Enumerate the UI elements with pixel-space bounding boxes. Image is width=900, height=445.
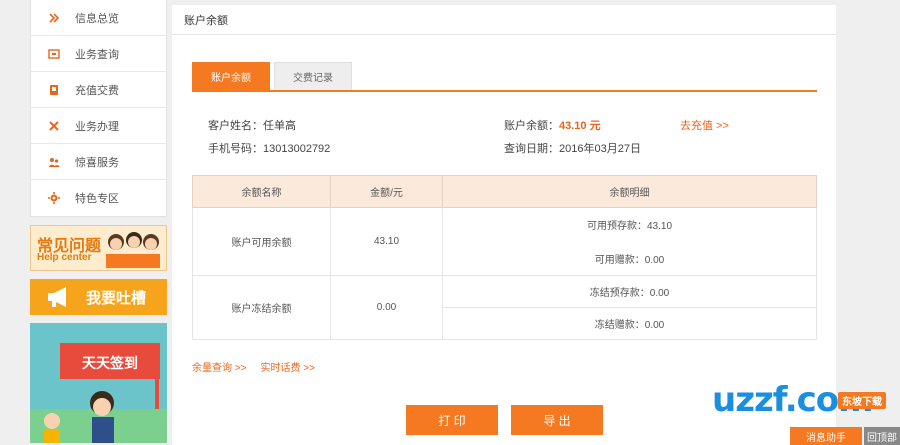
table-header: 余额明细	[442, 175, 817, 208]
sidebar-item-label: 特色专区	[75, 193, 119, 205]
phone-value: 13013002792	[263, 143, 331, 155]
balance-detail-cell: 冻结赠款：0.00	[442, 307, 817, 340]
back-to-top-button[interactable]: 回顶部	[864, 427, 900, 445]
signin-illustration	[30, 343, 167, 443]
sidebar-item-label: 充值交费	[75, 84, 119, 97]
balance-table: 余额名称 金额/元 余额明细 账户可用余额 43.10 可用预存款：43.10 …	[192, 175, 817, 340]
sidebar-item-special[interactable]: 特色专区	[31, 180, 166, 216]
balance-amount-cell: 0.00	[330, 275, 443, 340]
balance-detail-cell: 可用预存款：43.10	[442, 207, 817, 242]
print-button[interactable]: 打 印	[406, 405, 498, 435]
help-banner-subtitle: Help center	[37, 252, 92, 263]
complain-banner-title: 我要吐槽	[86, 290, 147, 307]
table-row: 账户可用余额 43.10 可用预存款：43.10	[192, 207, 817, 276]
sidebar-item-query[interactable]: 业务查询	[31, 36, 166, 72]
balance-detail-cell: 冻结预存款：0.00	[442, 275, 817, 308]
export-button[interactable]: 导 出	[511, 405, 603, 435]
panel-header: 账户余额	[172, 5, 836, 35]
sidebar-item-surprise[interactable]: 惊喜服务	[31, 144, 166, 180]
customer-name-value: 任单高	[263, 120, 296, 132]
customer-name-label: 客户姓名：	[208, 120, 263, 132]
account-balance-panel: 账户余额 账户余额 交费记录 客户姓名：任单高 手机号码：13013002792…	[172, 5, 836, 445]
sidebar-item-label: 业务办理	[75, 120, 119, 133]
table-row: 账户冻结余额 0.00 冻结预存款：0.00	[192, 275, 817, 340]
balance-row: 账户余额：43.10 元	[504, 117, 601, 133]
tab-bar: 账户余额 交费记录	[192, 62, 817, 92]
quick-links: 余量查询 >> 实时话费 >>	[192, 359, 315, 374]
sidebar-item-recharge[interactable]: 充值交费	[31, 72, 166, 108]
recharge-link[interactable]: 去充值 >>	[680, 120, 729, 132]
usage-query-link[interactable]: 余量查询 >>	[192, 359, 246, 374]
table-header-row: 余额名称 金额/元 余额明细	[192, 175, 817, 208]
sidebar-item-label: 业务查询	[75, 48, 119, 61]
query-icon	[47, 47, 61, 61]
watermark-tag: 东坡下载	[838, 392, 886, 409]
recharge-icon	[47, 83, 61, 97]
customer-name-row: 客户姓名：任单高	[208, 117, 296, 133]
complain-banner[interactable]: 我要吐槽	[30, 279, 167, 315]
sidebar-item-label: 信息总览	[75, 12, 119, 25]
megaphone-icon	[48, 287, 66, 307]
balance-value: 43.10 元	[559, 120, 601, 132]
overview-icon	[47, 11, 61, 25]
sidebar-menu: 信息总览 业务查询 充值交费 业务办理 惊喜服务 特色专区	[30, 0, 167, 217]
sidebar-item-label: 惊喜服务	[75, 156, 119, 169]
phone-label: 手机号码：	[208, 143, 263, 155]
cartoon-people-icon	[106, 232, 160, 268]
query-date-label: 查询日期：	[504, 143, 559, 155]
signin-banner-title: 天天签到	[82, 355, 138, 371]
watermark: uzzf.com 东坡下载 消息助手 回顶部	[712, 380, 900, 445]
help-center-banner[interactable]: 常见问题 Help center	[30, 225, 167, 271]
phone-row: 手机号码：13013002792	[208, 140, 330, 156]
sidebar: 信息总览 业务查询 充值交费 业务办理 惊喜服务 特色专区 常见问题 Help …	[30, 0, 167, 443]
sidebar-item-handle[interactable]: 业务办理	[31, 108, 166, 144]
balance-detail-cell: 可用赠款：0.00	[442, 241, 817, 276]
balance-amount-cell: 43.10	[330, 207, 443, 276]
users-icon	[47, 155, 61, 169]
sidebar-item-overview[interactable]: 信息总览	[31, 0, 166, 36]
balance-label: 账户余额：	[504, 120, 559, 132]
table-header: 金额/元	[330, 175, 443, 208]
query-date-row: 查询日期：2016年03月27日	[504, 140, 641, 156]
balance-name-cell: 账户冻结余额	[192, 275, 331, 340]
gear-icon	[47, 191, 61, 205]
realtime-fee-link[interactable]: 实时话费 >>	[260, 359, 314, 374]
tab-payment-records[interactable]: 交费记录	[274, 62, 352, 90]
tools-icon	[47, 119, 61, 133]
table-header: 余额名称	[192, 175, 331, 208]
recharge-row: 去充值 >>	[680, 117, 729, 133]
query-date-value: 2016年03月27日	[559, 143, 641, 155]
tab-account-balance[interactable]: 账户余额	[192, 62, 270, 90]
signin-banner[interactable]: 天天签到	[30, 323, 167, 443]
page-title: 账户余额	[184, 14, 228, 27]
message-assistant-button[interactable]: 消息助手	[790, 427, 862, 445]
balance-name-cell: 账户可用余额	[192, 207, 331, 276]
